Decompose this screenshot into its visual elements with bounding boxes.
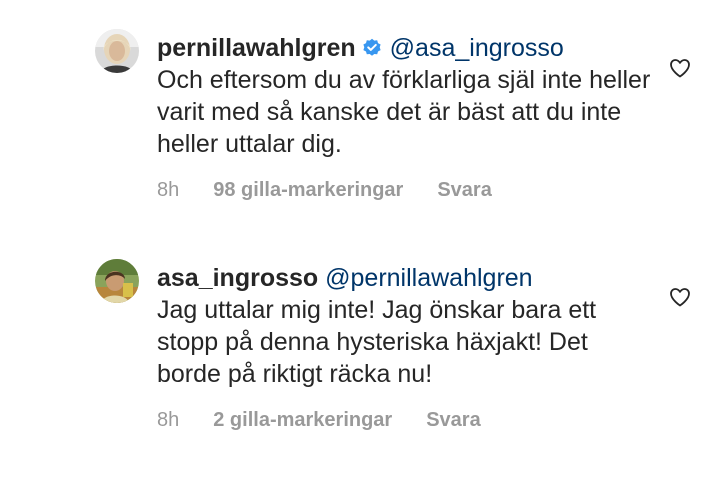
reply-button[interactable]: Svara: [426, 408, 481, 432]
likes-count-link[interactable]: 98 gilla-markeringar: [213, 178, 403, 202]
likes-count-link[interactable]: 2 gilla-markeringar: [213, 408, 392, 432]
comment-text: pernillawahlgren @asa_ingrosso Och efters…: [157, 32, 657, 160]
comment-meta: 8h 2 gilla-markeringar Svara: [157, 408, 657, 432]
comment-username[interactable]: asa_ingrosso: [157, 264, 318, 292]
comment-body: Jag uttalar mig inte! Jag önskar bara et…: [157, 296, 597, 388]
heart-outline-icon[interactable]: [668, 285, 692, 309]
profile-photo-icon: [95, 29, 139, 73]
reply-button[interactable]: Svara: [437, 178, 492, 202]
comment-timestamp: 8h: [157, 179, 180, 201]
verified-badge-icon: [363, 38, 381, 56]
comment-timestamp: 8h: [157, 409, 180, 431]
mention-link[interactable]: @asa_ingrosso: [390, 34, 564, 62]
comment-item: asa_ingrosso @pernillawahlgren Jag uttal…: [0, 230, 724, 479]
avatar[interactable]: [95, 259, 139, 303]
comment-meta: 8h 98 gilla-markeringar Svara: [157, 178, 657, 202]
comment-item: pernillawahlgren @asa_ingrosso Och efters…: [0, 0, 724, 230]
heart-outline-icon[interactable]: [668, 56, 692, 80]
avatar[interactable]: [95, 29, 139, 73]
comment-body: Och eftersom du av förklarliga själ inte…: [157, 66, 651, 158]
comment-text: asa_ingrosso @pernillawahlgren Jag uttal…: [157, 262, 657, 390]
profile-photo-icon: [95, 259, 139, 303]
comment-username[interactable]: pernillawahlgren: [157, 34, 356, 62]
mention-link[interactable]: @pernillawahlgren: [325, 264, 532, 292]
